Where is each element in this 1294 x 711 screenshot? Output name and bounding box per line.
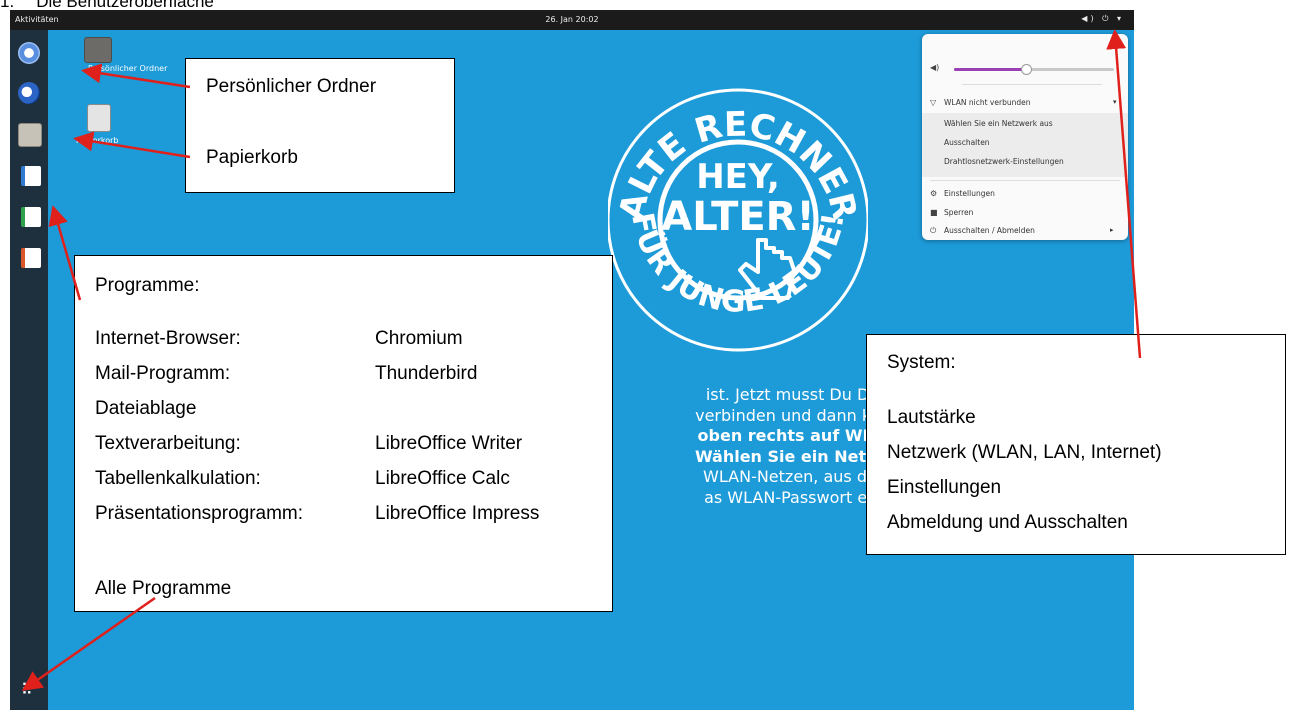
wifi-icon: ▽ bbox=[930, 98, 937, 107]
callout-system: System: Lautstärke Netzwerk (WLAN, LAN, … bbox=[866, 334, 1286, 555]
lock-item[interactable]: Sperren bbox=[944, 208, 973, 217]
system-status-icons[interactable]: ◀) ⏻ ▾ bbox=[1081, 14, 1124, 24]
top-bar: Aktivitäten 26. Jan 20:02 ◀) ⏻ ▾ bbox=[10, 10, 1134, 30]
system-item: Lautstärke bbox=[887, 407, 976, 428]
trash-label: Papierkorb bbox=[76, 136, 119, 145]
chromium-icon[interactable] bbox=[18, 42, 40, 64]
settings-item[interactable]: Einstellungen bbox=[944, 189, 995, 198]
impress-icon[interactable] bbox=[21, 248, 41, 268]
program-value: Chromium bbox=[375, 328, 463, 349]
program-value: LibreOffice Calc bbox=[375, 468, 510, 489]
callout-desktop-icons: Persönlicher Ordner Papierkorb bbox=[185, 58, 455, 193]
system-item: Netzwerk (WLAN, LAN, Internet) bbox=[887, 442, 1162, 463]
app-grid-icon[interactable]: ⠿ bbox=[21, 683, 37, 699]
system-item: Abmeldung und Ausschalten bbox=[887, 512, 1128, 533]
wifi-choose-network[interactable]: Wählen Sie ein Netzwerk aus bbox=[944, 119, 1053, 128]
thunderbird-icon[interactable] bbox=[18, 82, 40, 104]
chevron-right-icon: ▸ bbox=[1110, 226, 1114, 234]
power-item[interactable]: Ausschalten / Abmelden bbox=[944, 226, 1035, 235]
svg-text:ALTER!: ALTER! bbox=[661, 194, 814, 240]
files-icon[interactable] bbox=[18, 123, 42, 147]
volume-slider[interactable] bbox=[954, 64, 1114, 75]
system-item: Einstellungen bbox=[887, 477, 1002, 498]
calc-icon[interactable] bbox=[21, 207, 41, 227]
volume-slider-fill bbox=[954, 68, 1026, 71]
wifi-turn-off[interactable]: Ausschalten bbox=[944, 138, 990, 147]
svg-text:HEY,: HEY, bbox=[696, 157, 780, 197]
poster-logo: ALTE RECHNER FÜR JUNGE LEUTE! HEY, ALTER… bbox=[608, 88, 868, 352]
menu-divider bbox=[962, 84, 1102, 85]
program-label: Tabellenkalkulation: bbox=[95, 468, 261, 489]
lock-icon: ■ bbox=[930, 208, 938, 217]
trash-icon[interactable] bbox=[87, 104, 111, 132]
program-label: Textverarbeitung: bbox=[95, 433, 241, 454]
menu-divider bbox=[930, 180, 1120, 181]
wifi-expand-icon[interactable]: ▾ bbox=[1113, 98, 1117, 106]
program-value: Thunderbird bbox=[375, 363, 478, 384]
program-label: Präsentationsprogramm: bbox=[95, 503, 304, 524]
dock: ⠿ bbox=[10, 30, 48, 710]
home-folder-icon[interactable] bbox=[84, 37, 112, 63]
volume-icon: ◀) bbox=[930, 63, 940, 72]
program-value: LibreOffice Writer bbox=[375, 433, 523, 454]
system-menu: ◀) ▽ WLAN nicht verbunden ▾ Wählen Sie e… bbox=[922, 34, 1128, 240]
volume-slider-handle[interactable] bbox=[1021, 64, 1032, 75]
clock[interactable]: 26. Jan 20:02 bbox=[10, 15, 1134, 24]
callout-programs: Programme: Internet-Browser: Chromium Ma… bbox=[74, 255, 613, 612]
callout-home-label: Persönlicher Ordner bbox=[206, 76, 377, 97]
callout-trash-label: Papierkorb bbox=[206, 147, 298, 168]
writer-icon[interactable] bbox=[21, 166, 41, 186]
system-title: System: bbox=[887, 352, 956, 373]
program-label: Dateiablage bbox=[95, 398, 197, 419]
gear-icon: ⚙ bbox=[930, 189, 938, 198]
all-programs-label: Alle Programme bbox=[95, 578, 232, 599]
wifi-status[interactable]: WLAN nicht verbunden bbox=[944, 98, 1030, 107]
program-label: Mail-Programm: bbox=[95, 363, 231, 384]
power-icon: ⏻ bbox=[930, 226, 937, 235]
home-folder-label: Persönlicher Ordner bbox=[88, 64, 168, 73]
program-value: LibreOffice Impress bbox=[375, 503, 540, 524]
wifi-settings[interactable]: Drahtlosnetzwerk-Einstellungen bbox=[944, 157, 1064, 166]
programs-title: Programme: bbox=[95, 275, 200, 296]
program-label: Internet-Browser: bbox=[95, 328, 241, 349]
